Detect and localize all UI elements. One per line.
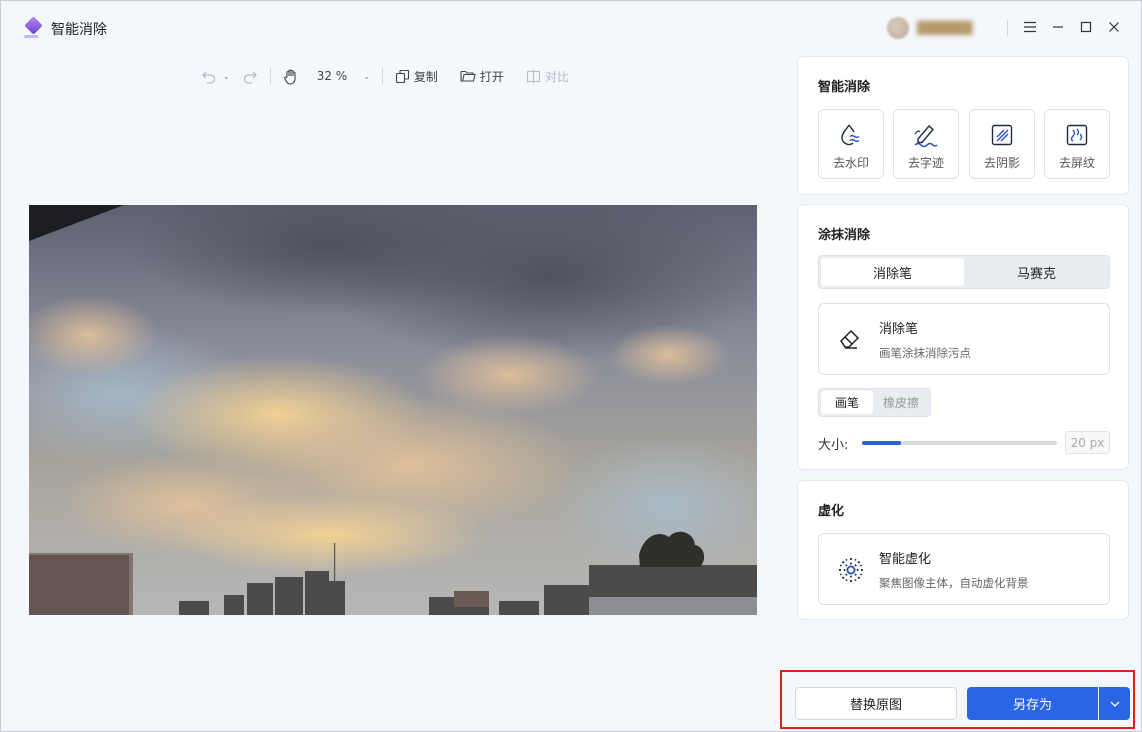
hamburger-icon bbox=[1024, 21, 1036, 33]
copy-label: 复制 bbox=[413, 69, 438, 84]
watermark-drop-icon bbox=[841, 124, 860, 146]
zoom-value: 32 % bbox=[316, 69, 348, 83]
maximize-icon bbox=[1080, 21, 1092, 33]
smart-remove-card: 智能消除 去水印 去字迹 去阴影 去屏纹 bbox=[797, 56, 1129, 195]
undo-icon bbox=[202, 71, 216, 84]
brush-remove-title: 涂抹消除 bbox=[818, 228, 871, 243]
app-logo-icon bbox=[24, 17, 42, 38]
open-label: 打开 bbox=[479, 69, 504, 84]
image-canvas[interactable] bbox=[29, 205, 757, 615]
user-account[interactable]: ██████ bbox=[887, 15, 999, 41]
handwriting-remove-tile[interactable]: 去字迹 bbox=[893, 109, 959, 179]
size-label: 大小: bbox=[818, 438, 849, 453]
toolbar-divider bbox=[381, 68, 383, 84]
tab-brush[interactable]: 画笔 bbox=[821, 391, 873, 414]
zoom-dropdown[interactable]: 32 % ⌄ bbox=[317, 69, 370, 83]
toolbar-divider bbox=[269, 68, 271, 84]
brush-size-slider[interactable] bbox=[862, 441, 1057, 445]
dotted-circle-focus-icon bbox=[838, 557, 864, 583]
redo-button[interactable] bbox=[242, 68, 258, 84]
tile-label: 去字迹 bbox=[907, 156, 944, 170]
tile-label: 去水印 bbox=[832, 156, 869, 170]
sky-photo bbox=[29, 205, 757, 615]
eraser-pen-feature[interactable]: 消除笔 画笔涂抹消除污点 bbox=[818, 303, 1110, 375]
undo-button[interactable]: ⌄ bbox=[201, 68, 230, 84]
feature-name: 消除笔 bbox=[879, 322, 919, 337]
size-value-field[interactable]: 20 px bbox=[1065, 431, 1110, 454]
copy-button[interactable]: 复制 bbox=[395, 68, 438, 85]
menu-button[interactable] bbox=[1019, 16, 1041, 38]
feature-desc: 画笔涂抹消除污点 bbox=[879, 346, 971, 360]
shadow-square-icon bbox=[991, 124, 1013, 146]
eraser-icon bbox=[840, 329, 860, 349]
tab-mosaic[interactable]: 马赛克 bbox=[965, 258, 1108, 286]
smart-remove-title: 智能消除 bbox=[818, 80, 871, 95]
slider-fill bbox=[862, 441, 901, 445]
redo-icon bbox=[243, 71, 257, 84]
maximize-button[interactable] bbox=[1075, 16, 1097, 38]
watermark-remove-tile[interactable]: 去水印 bbox=[818, 109, 884, 179]
hand-icon bbox=[283, 68, 296, 85]
save-as-button[interactable]: 另存为 bbox=[967, 687, 1098, 720]
tab-eraser[interactable]: 橡皮擦 bbox=[875, 391, 927, 414]
moire-screen-icon bbox=[1066, 124, 1088, 146]
app-title: 智能消除 bbox=[51, 22, 107, 38]
tile-label: 去屏纹 bbox=[1058, 156, 1095, 170]
pan-hand-button[interactable] bbox=[283, 68, 299, 85]
shadow-remove-tile[interactable]: 去阴影 bbox=[969, 109, 1035, 179]
folder-icon bbox=[460, 70, 476, 82]
moire-remove-tile[interactable]: 去屏纹 bbox=[1044, 109, 1110, 179]
handwriting-pen-icon bbox=[914, 125, 938, 148]
brush-tool-tabs: 画笔 橡皮擦 bbox=[818, 388, 931, 417]
feature-desc: 聚焦图像主体，自动虚化背景 bbox=[879, 576, 1029, 590]
minimize-icon bbox=[1053, 26, 1063, 28]
tab-eraser-pen[interactable]: 消除笔 bbox=[821, 258, 964, 286]
app-window: 智能消除 ██████ ⌄ 32 % ⌄ 复制 打开 对比 智能消除 去水印 去… bbox=[0, 0, 1142, 732]
chevron-down-icon: ⌄ bbox=[363, 71, 370, 81]
title-bar: 智能消除 ██████ bbox=[1, 1, 1141, 55]
save-as-dropdown-button[interactable] bbox=[1099, 687, 1130, 720]
minimize-button[interactable] bbox=[1047, 16, 1069, 38]
copy-icon bbox=[395, 69, 409, 83]
avatar[interactable] bbox=[887, 17, 909, 39]
titlebar-divider bbox=[1007, 20, 1008, 36]
compare-label: 对比 bbox=[544, 69, 569, 84]
brush-mode-tabs: 消除笔 马赛克 bbox=[818, 255, 1110, 289]
open-button[interactable]: 打开 bbox=[460, 68, 504, 85]
image-toolbar: ⌄ 32 % ⌄ 复制 打开 对比 bbox=[201, 64, 569, 88]
close-button[interactable] bbox=[1103, 16, 1125, 38]
smart-blur-feature[interactable]: 智能虚化 聚焦图像主体，自动虚化背景 bbox=[818, 533, 1110, 605]
close-icon bbox=[1109, 22, 1119, 32]
compare-icon bbox=[526, 69, 540, 83]
chevron-down-icon bbox=[1110, 701, 1119, 707]
chevron-down-icon: ⌄ bbox=[223, 71, 230, 81]
feature-name: 智能虚化 bbox=[879, 552, 932, 567]
brush-remove-card: 涂抹消除 消除笔 马赛克 消除笔 画笔涂抹消除污点 画笔 橡皮擦 大小: 20 … bbox=[797, 204, 1129, 470]
blur-card: 虚化 智能虚化 聚焦图像主体，自动虚化背景 bbox=[797, 480, 1129, 620]
user-name-blurred: ██████ bbox=[917, 21, 973, 35]
tile-label: 去阴影 bbox=[983, 156, 1020, 170]
compare-button[interactable]: 对比 bbox=[526, 68, 569, 85]
replace-original-button[interactable]: 替换原图 bbox=[795, 687, 957, 720]
blur-title: 虚化 bbox=[818, 504, 845, 519]
